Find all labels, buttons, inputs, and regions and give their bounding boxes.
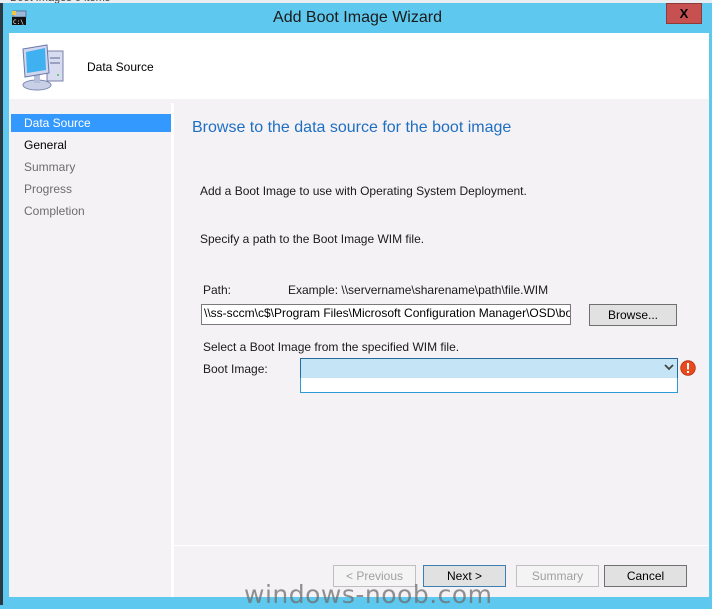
close-button[interactable]: X [666,3,702,24]
header-title: Data Source [87,60,154,74]
nav-item-progress: Progress [24,182,73,196]
wizard-window: C:\ Add Boot Image Wizard X Data Source … [0,3,712,609]
footer-divider [174,545,709,546]
nav-item-completion: Completion [24,204,85,218]
path-example-text: Example: \\servername\sharename\path\fil… [288,283,549,297]
cancel-button[interactable]: Cancel [604,565,687,587]
specify-path-text: Specify a path to the Boot Image WIM fil… [200,232,425,246]
title-bar[interactable]: C:\ Add Boot Image Wizard X [3,3,712,33]
wizard-nav: Data Source General Summary Progress Com… [9,103,171,597]
nav-item-data-source[interactable]: Data Source [11,114,171,132]
browse-button[interactable]: Browse... [589,304,677,326]
wizard-client-area: Data Source Data Source General Summary … [9,33,709,609]
page-title: Browse to the data source for the boot i… [192,119,512,136]
wizard-page: Browse to the data source for the boot i… [174,103,709,609]
intro-text: Add a Boot Image to use with Operating S… [200,184,527,198]
wizard-header: Data Source [9,33,709,99]
error-icon [680,360,696,376]
chevron-down-icon[interactable] [664,362,674,372]
select-boot-image-text: Select a Boot Image from the specified W… [203,340,460,354]
nav-item-general[interactable]: General [11,136,171,154]
path-input[interactable]: \\ss-sccm\c$\Program Files\Microsoft Con… [201,304,571,325]
nav-item-summary: Summary [24,160,76,174]
window-title: Add Boot Image Wizard [273,9,442,26]
summary-button[interactable]: Summary [516,565,599,587]
boot-image-dropdown-list[interactable] [300,378,678,393]
boot-image-label: Boot Image: [203,362,268,376]
path-label: Path: [203,283,232,297]
computer-icon [22,44,64,91]
boot-image-dropdown[interactable] [300,358,678,379]
